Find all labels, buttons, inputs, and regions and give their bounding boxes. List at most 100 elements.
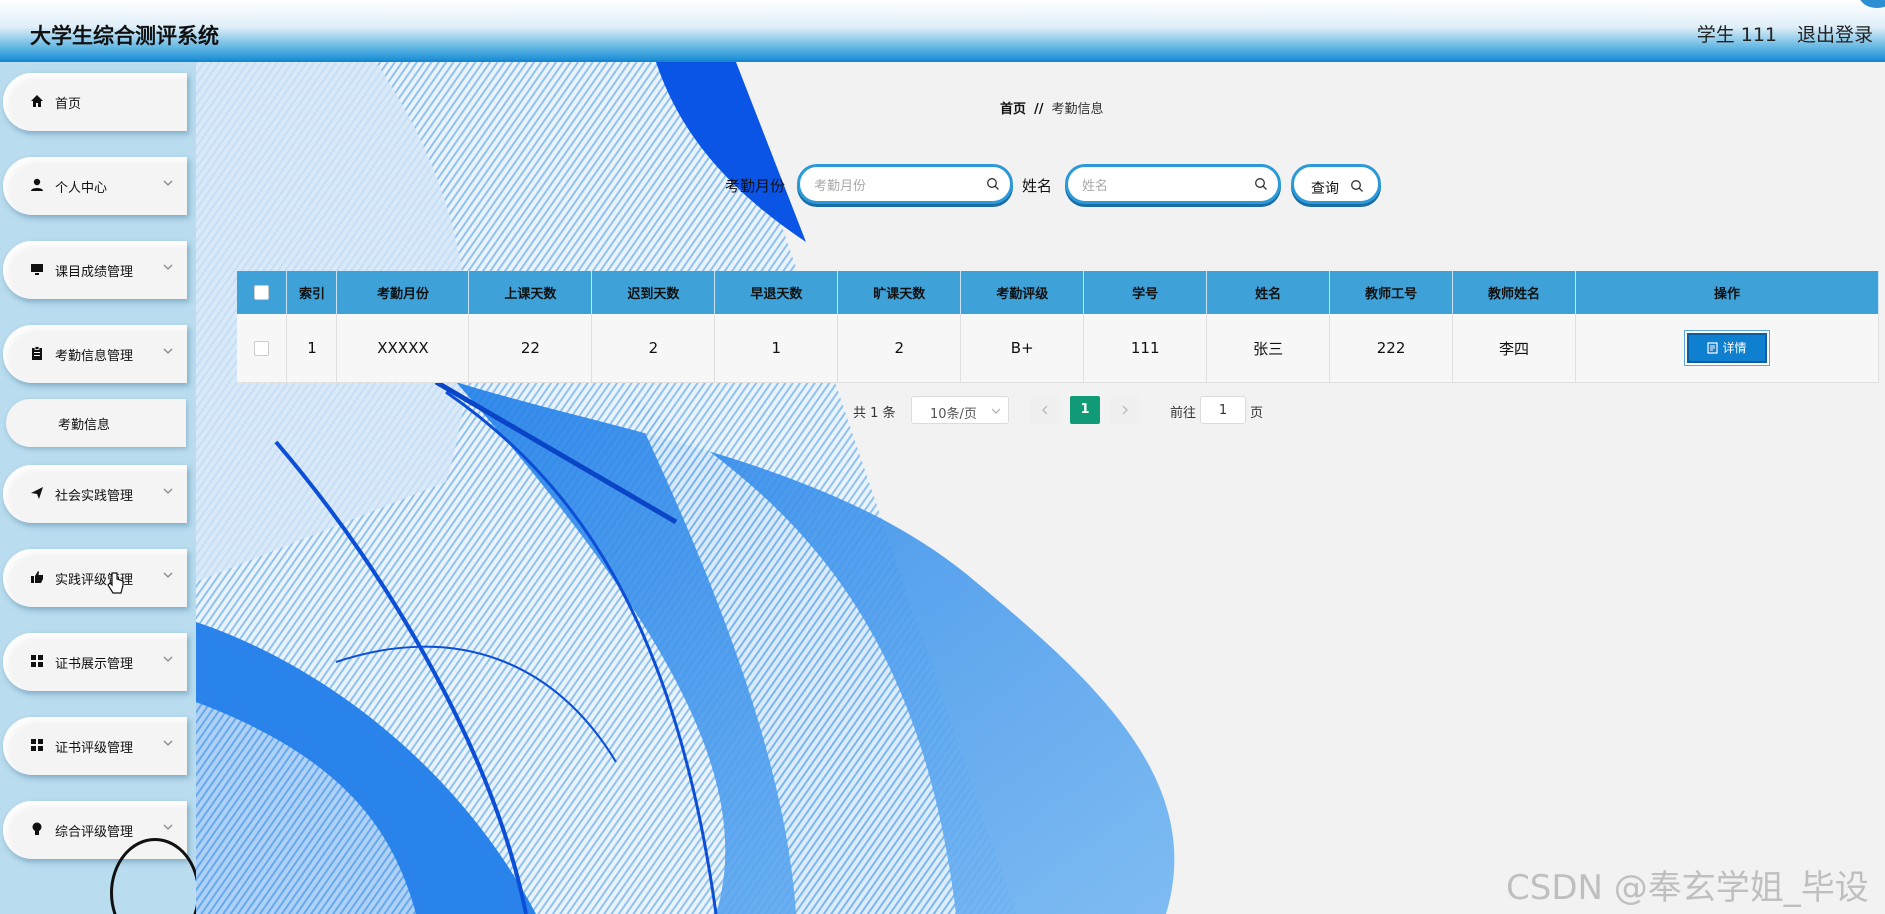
mouse-cursor-icon bbox=[107, 572, 124, 594]
column-header: 操作 bbox=[1575, 271, 1879, 314]
sidebar-item-label: 综合评级管理 bbox=[55, 825, 134, 840]
sidebar: 首页 个人中心 课目成绩管理 考勤信息管理 考勤信息 社会实践管理 实践评级管理… bbox=[0, 62, 196, 914]
column-header: 教师姓名 bbox=[1452, 271, 1577, 314]
current-user: 学生 111 bbox=[1696, 24, 1777, 46]
cell-early-leave-days: 1 bbox=[714, 314, 839, 383]
sidebar-item-label: 社会实践管理 bbox=[55, 489, 134, 504]
chevron-right-icon bbox=[1122, 405, 1128, 415]
breadcrumb-separator: // bbox=[1034, 102, 1044, 117]
search-icon bbox=[1351, 180, 1363, 192]
detail-button-label: 详情 bbox=[1722, 341, 1747, 355]
cell-absent-days: 2 bbox=[837, 314, 962, 383]
sidebar-item-label: 考勤信息管理 bbox=[55, 349, 134, 364]
month-search-input[interactable] bbox=[812, 175, 966, 197]
sidebar-item-certificate-display[interactable]: 证书展示管理 bbox=[3, 633, 187, 691]
query-button[interactable]: 查询 bbox=[1291, 164, 1381, 204]
table-row: 1 XXXXX 22 2 1 2 B+ 111 张三 222 李四 详情 bbox=[237, 314, 1879, 383]
header-corner-decoration bbox=[1859, 0, 1885, 8]
user-icon bbox=[31, 178, 43, 191]
chevron-down-icon bbox=[163, 824, 173, 830]
page-size-select[interactable]: 10条/页 bbox=[911, 396, 1009, 424]
chevron-down-icon bbox=[163, 740, 173, 746]
next-page-button[interactable] bbox=[1110, 396, 1140, 424]
sidebar-item-certificate-rating[interactable]: 证书评级管理 bbox=[3, 717, 187, 775]
column-header: 迟到天数 bbox=[591, 271, 716, 314]
chevron-down-icon bbox=[163, 488, 173, 494]
cell-teacher-id: 222 bbox=[1329, 314, 1454, 383]
search-icon bbox=[987, 178, 999, 190]
row-select-cell bbox=[237, 314, 288, 383]
search-icon bbox=[1255, 178, 1267, 190]
grid-icon bbox=[31, 739, 43, 751]
table-header-row: 索引 考勤月份 上课天数 迟到天数 早退天数 旷课天数 考勤评级 学号 姓名 教… bbox=[237, 271, 1879, 314]
sidebar-item-practice-rating[interactable]: 实践评级管理 bbox=[3, 549, 187, 607]
breadcrumb-current: 考勤信息 bbox=[1051, 102, 1104, 117]
cell-grade: B+ bbox=[960, 314, 1085, 383]
row-checkbox[interactable] bbox=[254, 341, 270, 356]
column-header: 学号 bbox=[1083, 271, 1208, 314]
sidebar-item-personal-center[interactable]: 个人中心 bbox=[3, 157, 187, 215]
column-header: 上课天数 bbox=[468, 271, 593, 314]
sidebar-item-social-practice[interactable]: 社会实践管理 bbox=[3, 465, 187, 523]
column-header: 早退天数 bbox=[714, 271, 839, 314]
page-number-current[interactable]: 1 bbox=[1070, 396, 1100, 424]
cell-teacher-name: 李四 bbox=[1452, 314, 1577, 383]
logout-link[interactable]: 退出登录 bbox=[1797, 20, 1885, 47]
goto-suffix: 页 bbox=[1250, 406, 1264, 421]
cell-index: 1 bbox=[286, 314, 338, 383]
clipboard-icon bbox=[32, 346, 42, 360]
name-search-label: 姓名 bbox=[1022, 177, 1053, 195]
sidebar-item-label: 证书展示管理 bbox=[55, 657, 134, 672]
send-icon bbox=[31, 487, 43, 499]
column-header: 旷课天数 bbox=[837, 271, 962, 314]
sidebar-item-label: 首页 bbox=[55, 97, 82, 112]
chevron-down-icon bbox=[163, 264, 173, 270]
cell-student-id: 111 bbox=[1083, 314, 1208, 383]
chevron-left-icon bbox=[1042, 405, 1048, 415]
watermark: CSDN @奉玄学姐_毕设 bbox=[1506, 868, 1869, 908]
cell-class-days: 22 bbox=[468, 314, 593, 383]
cell-actions: 详情 bbox=[1575, 314, 1879, 383]
sidebar-subitem-attendance-info[interactable]: 考勤信息 bbox=[6, 399, 186, 447]
column-header: 索引 bbox=[286, 271, 338, 314]
sidebar-item-label: 课目成绩管理 bbox=[55, 265, 134, 280]
name-search-input[interactable] bbox=[1080, 175, 1234, 197]
lightbulb-icon bbox=[32, 822, 42, 835]
goto-label: 前往 bbox=[1170, 406, 1197, 421]
chevron-down-icon bbox=[163, 572, 173, 578]
sidebar-item-home[interactable]: 首页 bbox=[3, 73, 187, 131]
name-search-box bbox=[1065, 164, 1281, 204]
cell-name: 张三 bbox=[1206, 314, 1331, 383]
select-all-header bbox=[237, 271, 288, 314]
sidebar-item-attendance[interactable]: 考勤信息管理 bbox=[3, 325, 187, 383]
chevron-down-icon bbox=[163, 656, 173, 662]
sidebar-item-course-grades[interactable]: 课目成绩管理 bbox=[3, 241, 187, 299]
breadcrumb-home[interactable]: 首页 bbox=[1000, 102, 1026, 117]
attendance-table: 索引 考勤月份 上课天数 迟到天数 早退天数 旷课天数 考勤评级 学号 姓名 教… bbox=[237, 271, 1879, 383]
column-header: 考勤月份 bbox=[336, 271, 470, 314]
goto-page-input[interactable] bbox=[1200, 396, 1246, 424]
chevron-down-icon bbox=[163, 180, 173, 186]
breadcrumb: 首页 // 考勤信息 bbox=[1000, 98, 1104, 117]
column-header: 姓名 bbox=[1206, 271, 1331, 314]
app-title: 大学生综合测评系统 bbox=[30, 24, 219, 48]
prev-page-button[interactable] bbox=[1030, 396, 1060, 424]
select-all-checkbox[interactable] bbox=[254, 285, 270, 300]
chevron-down-icon bbox=[163, 348, 173, 354]
cell-late-days: 2 bbox=[591, 314, 716, 383]
cell-month: XXXXX bbox=[336, 314, 470, 383]
detail-button[interactable]: 详情 bbox=[1687, 333, 1767, 363]
query-button-label: 查询 bbox=[1311, 181, 1339, 197]
month-search-box bbox=[797, 164, 1013, 204]
sidebar-subitem-label: 考勤信息 bbox=[58, 418, 111, 433]
column-header: 考勤评级 bbox=[960, 271, 1085, 314]
sidebar-item-label: 个人中心 bbox=[55, 181, 108, 196]
thumbs-up-icon bbox=[31, 571, 43, 583]
top-header: 大学生综合测评系统 学生 111 退出登录 bbox=[0, 0, 1885, 62]
page-size-label: 10条/页 bbox=[930, 407, 977, 422]
monitor-icon bbox=[31, 264, 43, 275]
document-icon bbox=[1707, 342, 1719, 354]
chevron-down-icon bbox=[991, 408, 1001, 414]
grid-icon bbox=[31, 655, 43, 667]
sidebar-item-label: 证书评级管理 bbox=[55, 741, 134, 756]
